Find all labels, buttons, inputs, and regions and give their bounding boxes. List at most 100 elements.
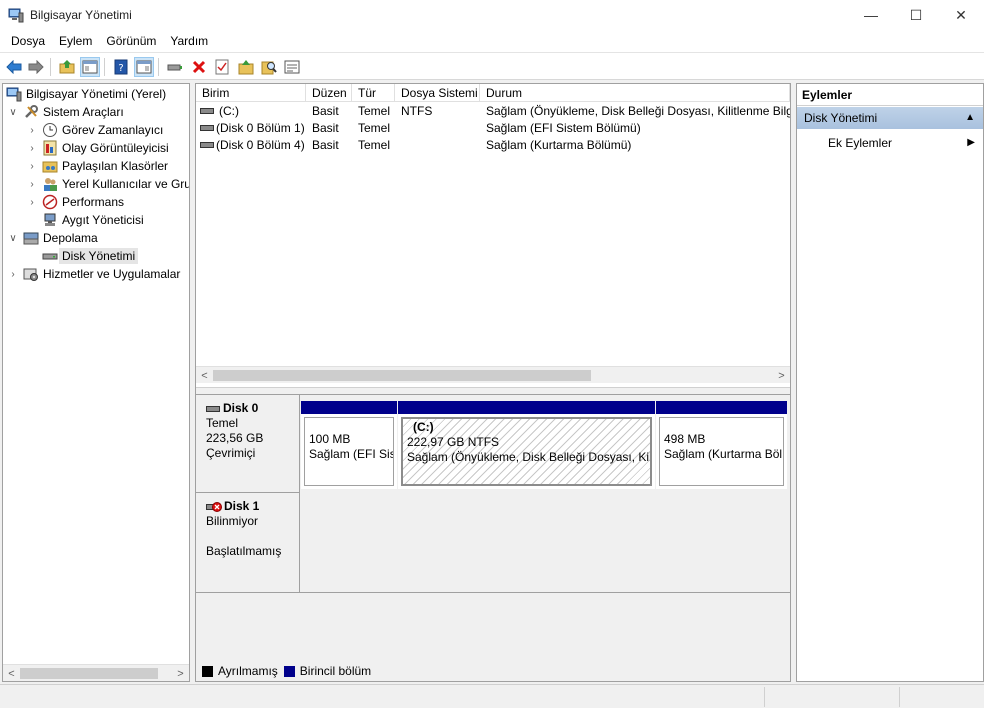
tree-item-services-apps[interactable]: › Hizmetler ve Uygulamalar: [7, 265, 180, 283]
find-button[interactable]: [259, 57, 279, 77]
partition-size: 222,97 GB NTFS: [407, 435, 500, 449]
volume-list-horizontal-scrollbar[interactable]: < >: [196, 366, 790, 383]
tree-item-task-scheduler[interactable]: › Görev Zamanlayıcı: [26, 121, 163, 139]
status-bar: [0, 684, 984, 708]
scroll-left-icon[interactable]: <: [3, 665, 20, 681]
tree-item-label: Disk Yönetimi: [59, 248, 139, 264]
column-header-volume[interactable]: Birim: [196, 84, 306, 102]
partition-title: [664, 422, 783, 432]
scroll-thumb[interactable]: [20, 668, 158, 679]
up-one-level-button[interactable]: [57, 57, 77, 77]
up-folder-icon: [59, 60, 75, 74]
shared-folders-icon: [42, 161, 58, 173]
volume-layout: Basit: [312, 121, 339, 135]
disk-1-label[interactable]: Disk 1 Bilinmiyor Başlatılmamış: [196, 493, 300, 593]
actions-section-disk-management[interactable]: Disk Yönetimi ▲: [797, 107, 983, 129]
tree-item-label: Sistem Araçları: [43, 105, 124, 119]
collapsed-chevron-icon[interactable]: ›: [7, 269, 19, 280]
scroll-right-icon[interactable]: >: [773, 367, 790, 384]
disk-size: 223,56 GB: [206, 431, 264, 445]
tree-item-storage[interactable]: ∨ Depolama: [7, 229, 98, 247]
show-hide-tree-icon: [82, 60, 98, 74]
volume-name: (Disk 0 Bölüm 1): [216, 121, 305, 135]
storage-icon: [23, 232, 39, 245]
refresh-list-icon: [284, 60, 300, 74]
minimize-button[interactable]: —: [848, 0, 894, 30]
properties-button[interactable]: [212, 57, 232, 77]
show-hide-tree-button[interactable]: [80, 57, 100, 77]
graphical-disk-view: Disk 0 Temel 223,56 GB Çevrimiçi 100 MB …: [196, 395, 790, 661]
disk-1-area[interactable]: [300, 493, 790, 593]
collapsed-chevron-icon[interactable]: ›: [26, 179, 38, 190]
partition-title: [309, 422, 393, 432]
tree-item-label: Depolama: [43, 231, 98, 245]
menu-help[interactable]: Yardım: [163, 30, 215, 52]
back-button[interactable]: [4, 57, 24, 77]
volume-disk-icon: [200, 125, 214, 131]
more-actions-label: Ek Eylemler: [828, 136, 893, 150]
scroll-right-icon[interactable]: >: [172, 665, 189, 681]
menu-action[interactable]: Eylem: [52, 30, 99, 52]
disk-0-label[interactable]: Disk 0 Temel 223,56 GB Çevrimiçi: [196, 395, 300, 493]
close-button[interactable]: ✕: [938, 0, 984, 30]
column-header-layout[interactable]: Düzen: [306, 84, 352, 102]
tree-item-device-manager[interactable]: Aygıt Yöneticisi: [42, 211, 144, 229]
legend-label: Ayrılmamış: [218, 664, 278, 678]
collapsed-chevron-icon[interactable]: ›: [26, 161, 38, 172]
column-header-file-system[interactable]: Dosya Sistemi: [395, 84, 480, 102]
legend-swatch-primary: [283, 665, 295, 677]
disk-name: Disk 1: [224, 499, 260, 513]
pane-splitter[interactable]: [196, 387, 790, 395]
rescan-button[interactable]: [236, 57, 256, 77]
tree-item-label: Görev Zamanlayıcı: [62, 123, 164, 137]
legend: Ayrılmamış Birincil bölüm: [196, 661, 790, 681]
column-header-type[interactable]: Tür: [352, 84, 395, 102]
collapsed-chevron-icon[interactable]: ›: [26, 197, 38, 208]
actions-title: Eylemler: [797, 84, 983, 106]
menu-view[interactable]: Görünüm: [99, 30, 163, 52]
delete-icon: [192, 60, 206, 74]
tree-item-computer-management[interactable]: Bilgisayar Yönetimi (Yerel): [6, 85, 166, 103]
disk-name: Disk 0: [223, 401, 259, 415]
collapsed-chevron-icon[interactable]: ›: [26, 143, 38, 154]
menu-file[interactable]: Dosya: [4, 30, 52, 52]
scroll-thumb[interactable]: [213, 370, 591, 381]
maximize-button[interactable]: ☐: [893, 0, 939, 30]
tree-item-performance[interactable]: › Performans: [26, 193, 124, 211]
tree-item-disk-management[interactable]: Disk Yönetimi: [42, 247, 139, 265]
toolbar-separator: [158, 58, 159, 76]
services-icon: [23, 268, 38, 281]
tree-item-shared-folders[interactable]: › Paylaşılan Klasörler: [26, 157, 168, 175]
delete-button[interactable]: [189, 57, 209, 77]
partition-status: Sağlam (Önyükleme, Disk Belleği Dosyası,…: [407, 450, 652, 464]
performance-icon: [42, 194, 58, 210]
properties-checklist-icon: [215, 59, 229, 75]
connect-button[interactable]: [165, 57, 185, 77]
scroll-left-icon[interactable]: <: [196, 367, 213, 384]
show-hide-action-pane-button[interactable]: [134, 57, 154, 77]
partition-recovery[interactable]: 498 MB Sağlam (Kurtarma Böl: [656, 401, 787, 489]
partition-box: 100 MB Sağlam (EFI Sist: [304, 417, 394, 486]
tree-item-label: Olay Görüntüleyicisi: [62, 141, 169, 155]
collapsed-chevron-icon[interactable]: ›: [26, 125, 38, 136]
partition-c[interactable]: (C:) 222,97 GB NTFS Sağlam (Önyükleme, D…: [398, 401, 655, 489]
more-actions-item[interactable]: Ek Eylemler ▶: [797, 133, 983, 153]
column-header-status[interactable]: Durum: [480, 84, 790, 102]
forward-arrow-icon: [28, 60, 44, 74]
tree-horizontal-scrollbar[interactable]: < >: [3, 664, 189, 681]
volume-list: Birim Düzen Tür Dosya Sistemi Durum (C:)…: [196, 84, 790, 387]
tree-item-system-tools[interactable]: ∨ Sistem Araçları: [7, 103, 124, 121]
volume-layout: Basit: [312, 104, 339, 118]
tree-item-event-viewer[interactable]: › Olay Görüntüleyicisi: [26, 139, 169, 157]
unknown-disk-icon: [206, 501, 222, 512]
submenu-arrow-icon: ▶: [967, 137, 975, 148]
expanded-chevron-icon[interactable]: ∨: [7, 107, 19, 118]
forward-button[interactable]: [26, 57, 46, 77]
help-button[interactable]: ?: [111, 57, 131, 77]
refresh-list-button[interactable]: [282, 57, 302, 77]
partition-efi[interactable]: 100 MB Sağlam (EFI Sist: [301, 401, 397, 489]
collapse-icon[interactable]: ▲: [965, 107, 975, 129]
expanded-chevron-icon[interactable]: ∨: [7, 233, 19, 244]
tree-item-local-users[interactable]: › Yerel Kullanıcılar ve Gru: [26, 175, 189, 193]
console-tree: Bilgisayar Yönetimi (Yerel) ∨ Sistem Ara…: [2, 83, 190, 682]
